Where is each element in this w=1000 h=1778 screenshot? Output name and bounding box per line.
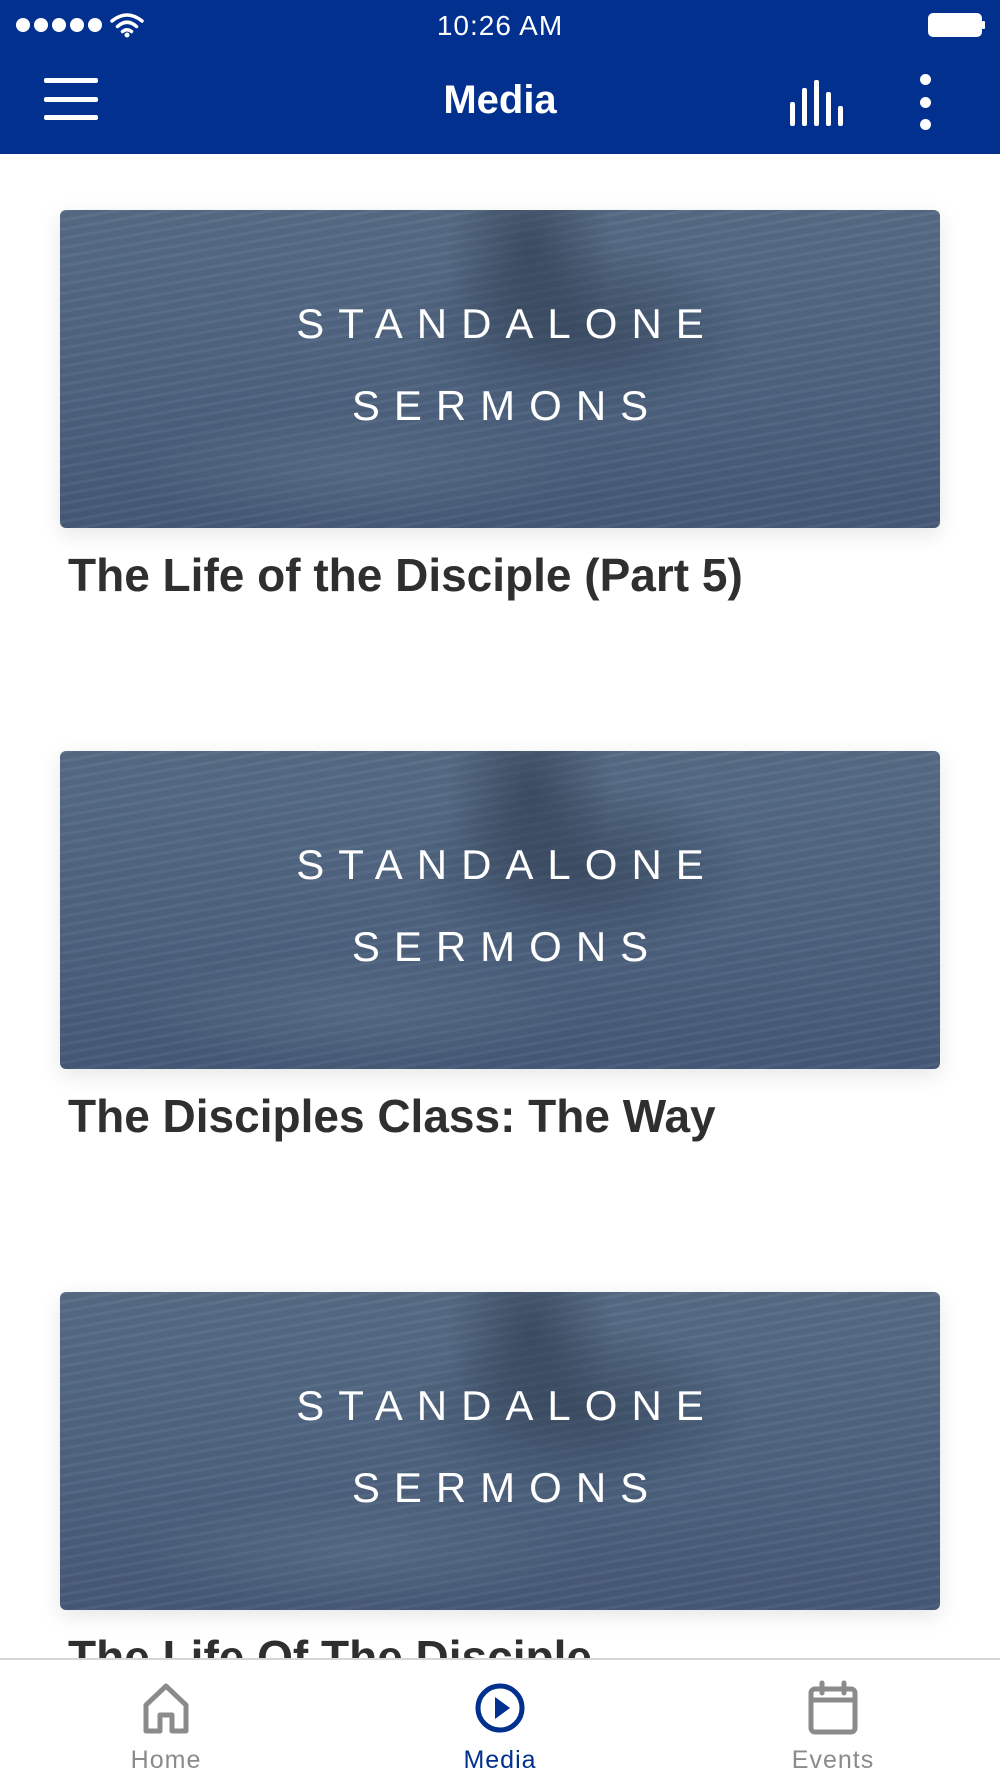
status-time: 10:26 AM <box>436 10 564 41</box>
media-card[interactable]: STANDALONE SERMONS The Life Of The Disci… <box>60 1292 940 1658</box>
more-vertical-icon[interactable] <box>910 74 940 130</box>
page-title: Media <box>443 78 557 122</box>
sermon-thumbnail[interactable]: STANDALONE SERMONS <box>60 751 940 1069</box>
media-list: STANDALONE SERMONS The Life of the Disci… <box>0 154 1000 1658</box>
play-circle-icon <box>475 1683 525 1733</box>
media-card[interactable]: STANDALONE SERMONS The Disciples Class: … <box>60 751 940 1143</box>
battery-icon <box>928 13 985 37</box>
audio-bars-icon[interactable] <box>788 80 848 126</box>
sermon-thumbnail[interactable]: STANDALONE SERMONS <box>60 210 940 528</box>
tab-media-label: Media <box>463 1746 537 1774</box>
media-title[interactable]: The Disciples Class: The Way <box>68 1089 940 1143</box>
tab-home[interactable]: Home <box>66 1660 266 1778</box>
thumbnail-text-line1: STANDALONE <box>296 841 718 888</box>
thumbnail-text-line1: STANDALONE <box>296 1382 718 1429</box>
status-bar: 10:26 AM <box>0 0 1000 50</box>
thumbnail-text-line2: SERMONS <box>351 923 663 970</box>
sermon-thumbnail[interactable]: STANDALONE SERMONS <box>60 1292 940 1610</box>
tab-media[interactable]: Media <box>400 1660 600 1778</box>
tab-events[interactable]: Events <box>733 1660 933 1778</box>
bottom-tab-bar: Home Media Events <box>0 1658 1000 1778</box>
tab-home-label: Home <box>130 1746 202 1774</box>
calendar-icon <box>808 1680 858 1735</box>
media-title[interactable]: The Life Of The Disciple <box>68 1630 940 1658</box>
home-icon <box>143 1683 189 1734</box>
app-header: 10:26 AM Media <box>0 0 1000 154</box>
media-card[interactable]: STANDALONE SERMONS The Life of the Disci… <box>60 210 940 602</box>
tab-events-label: Events <box>791 1746 875 1774</box>
media-title[interactable]: The Life of the Disciple (Part 5) <box>68 548 940 602</box>
thumbnail-text-line1: STANDALONE <box>296 300 718 347</box>
thumbnail-text-line2: SERMONS <box>351 1464 663 1511</box>
thumbnail-text-line2: SERMONS <box>351 382 663 429</box>
media-screen: 10:26 AM Media STANDALONE SERMONS The Li… <box>0 0 1000 1778</box>
